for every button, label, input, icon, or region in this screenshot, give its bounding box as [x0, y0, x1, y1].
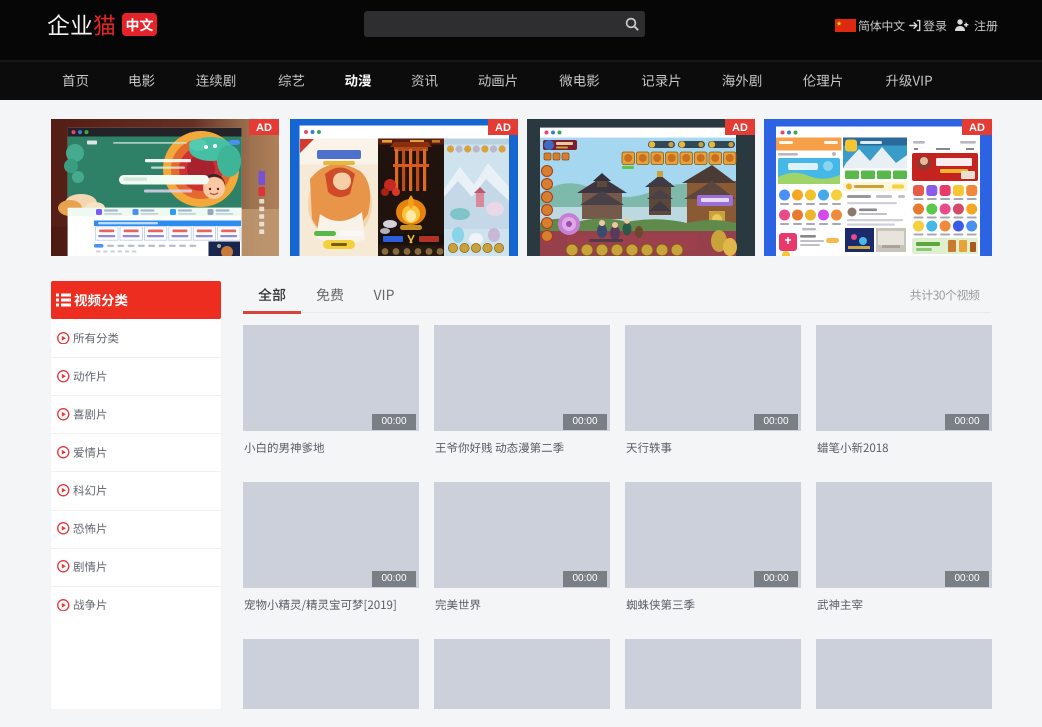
svg-text:AD: AD — [495, 122, 511, 134]
svg-text:AD: AD — [732, 122, 748, 134]
svg-text:AD: AD — [969, 122, 985, 134]
svg-text:AD: AD — [256, 122, 272, 134]
